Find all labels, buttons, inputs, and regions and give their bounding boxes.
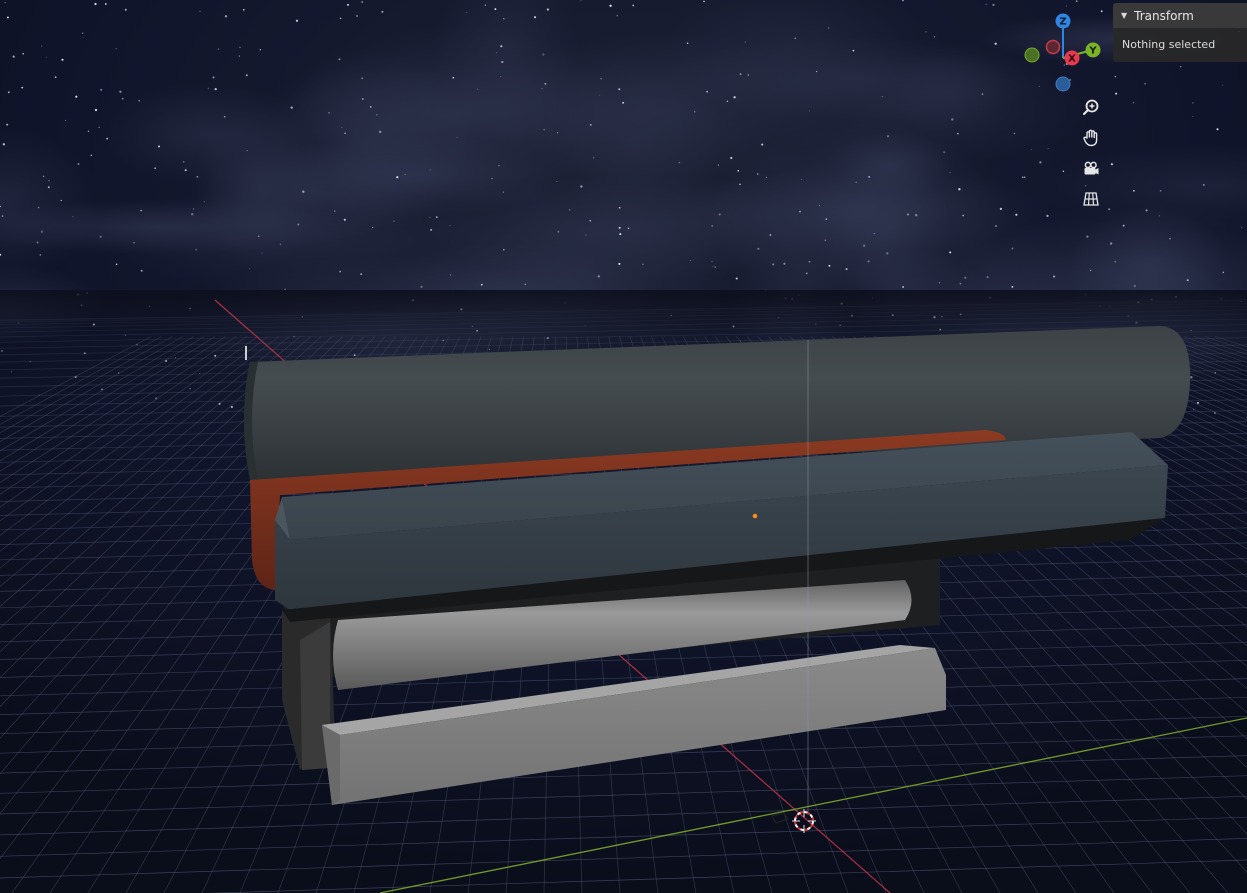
gizmo-neg-x-handle[interactable]	[1045, 39, 1061, 55]
camera-view-icon	[1084, 161, 1099, 175]
orthographic-grid-icon	[1083, 192, 1099, 206]
orthographic-toggle-button[interactable]	[1078, 186, 1104, 212]
selection-status-text: Nothing selected	[1122, 38, 1216, 51]
sidebar-transform-panel: ▼ Transform Nothing selected	[1113, 3, 1247, 62]
zoom-button[interactable]	[1078, 94, 1104, 120]
3d-viewport[interactable]: Z Y X ▼ Transform Nothing selected	[0, 0, 1247, 893]
pan-button[interactable]	[1078, 125, 1104, 151]
gizmo-z-label: Z	[1059, 17, 1066, 28]
gizmo-neg-y-handle[interactable]	[1024, 47, 1040, 63]
zoom-icon	[1082, 99, 1099, 116]
hand-pan-icon	[1083, 129, 1098, 147]
gizmo-neg-z-handle[interactable]	[1055, 76, 1071, 92]
viewport-scene[interactable]	[0, 0, 1247, 893]
collapse-triangle-icon[interactable]: ▼	[1121, 11, 1127, 20]
navigation-gizmo[interactable]: Z Y X	[1020, 10, 1106, 96]
object-origin-dot[interactable]	[752, 513, 758, 519]
camera-view-button[interactable]	[1078, 156, 1104, 182]
transform-panel-title: Transform	[1134, 8, 1194, 23]
gizmo-x-label: X	[1068, 54, 1076, 65]
gizmo-y-label: Y	[1088, 46, 1097, 57]
transform-panel-header[interactable]: ▼ Transform	[1113, 3, 1247, 28]
transform-panel-body: Nothing selected	[1113, 28, 1247, 51]
